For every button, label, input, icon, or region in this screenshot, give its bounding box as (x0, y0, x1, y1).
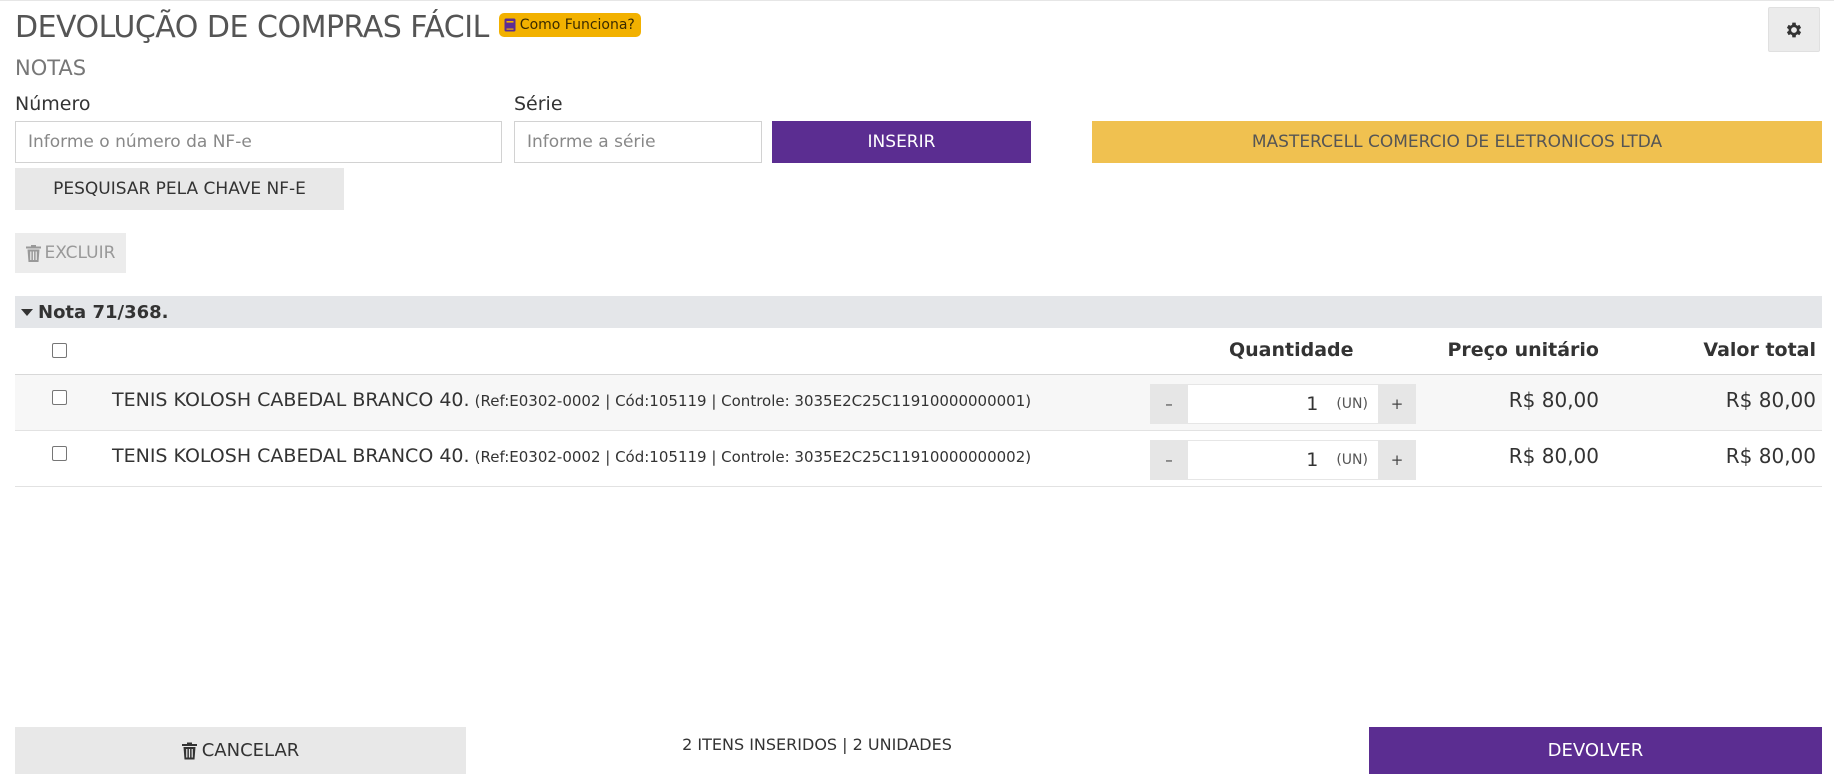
column-unit-price: Preço unitário (1447, 339, 1599, 361)
how-it-works-badge[interactable]: Como Funciona? (498, 13, 641, 37)
quantity-unit: (UN) (1336, 452, 1368, 468)
quantity-input[interactable]: 1 (UN) (1188, 440, 1378, 480)
supplier-company-button[interactable]: MASTERCELL COMERCIO DE ELETRONICOS LTDA (1092, 121, 1822, 163)
column-quantity: Quantidade (1229, 339, 1354, 361)
caret-down-icon (21, 308, 33, 316)
decrement-button[interactable]: – (1150, 384, 1188, 424)
quantity-value: 1 (1306, 449, 1319, 471)
table-row: TENIS KOLOSH CABEDAL BRANCO 40. (Ref:E03… (15, 375, 1822, 431)
note-group-label: Nota 71/368. (38, 301, 169, 323)
quantity-value: 1 (1306, 393, 1319, 415)
product-meta: (Ref:E0302-0002 | Cód:105119 | Controle:… (474, 448, 1032, 466)
cancel-label: CANCELAR (201, 740, 300, 761)
delete-label: EXCLUIR (44, 243, 116, 263)
series-input[interactable] (514, 121, 762, 163)
quantity-input[interactable]: 1 (UN) (1188, 384, 1378, 424)
items-summary: 2 ITENS INSERIDOS | 2 UNIDADES (682, 735, 952, 754)
how-it-works-label: Como Funciona? (519, 17, 635, 33)
product-description: TENIS KOLOSH CABEDAL BRANCO 40. (Ref:E03… (112, 389, 1031, 411)
delete-button[interactable]: EXCLUIR (15, 233, 126, 273)
notes-section-label: NOTAS (15, 56, 87, 80)
row-checkbox[interactable] (52, 390, 67, 405)
table-header: Quantidade Preço unitário Valor total (15, 333, 1822, 375)
series-label: Série (514, 93, 563, 115)
product-name: TENIS KOLOSH CABEDAL BRANCO 40. (112, 389, 470, 411)
top-divider (0, 0, 1834, 1)
quantity-unit: (UN) (1336, 396, 1368, 412)
row-checkbox[interactable] (52, 446, 67, 461)
note-group-header[interactable]: Nota 71/368. (15, 296, 1822, 328)
trash-icon (181, 742, 197, 759)
number-label: Número (15, 93, 91, 115)
decrement-button[interactable]: – (1150, 440, 1188, 480)
product-meta: (Ref:E0302-0002 | Cód:105119 | Controle:… (474, 392, 1032, 410)
page-title: DEVOLUÇÃO DE COMPRAS FÁCIL (15, 9, 489, 45)
cancel-button[interactable]: CANCELAR (15, 727, 466, 774)
product-description: TENIS KOLOSH CABEDAL BRANCO 40. (Ref:E03… (112, 445, 1031, 467)
search-by-key-button[interactable]: PESQUISAR PELA CHAVE NF-E (15, 168, 344, 210)
trash-icon (25, 244, 41, 262)
unit-price: R$ 80,00 (1508, 388, 1599, 412)
insert-button[interactable]: INSERIR (772, 121, 1031, 163)
total-price: R$ 80,00 (1725, 444, 1816, 468)
quantity-stepper: – 1 (UN) + (1150, 440, 1416, 480)
column-total: Valor total (1703, 339, 1816, 361)
nfe-number-input[interactable] (15, 121, 502, 163)
gear-icon (1786, 22, 1802, 37)
unit-price: R$ 80,00 (1508, 444, 1599, 468)
table-row: TENIS KOLOSH CABEDAL BRANCO 40. (Ref:E03… (15, 431, 1822, 487)
settings-button[interactable] (1768, 7, 1820, 52)
total-price: R$ 80,00 (1725, 388, 1816, 412)
increment-button[interactable]: + (1378, 440, 1416, 480)
book-icon (504, 18, 516, 32)
quantity-stepper: – 1 (UN) + (1150, 384, 1416, 424)
increment-button[interactable]: + (1378, 384, 1416, 424)
return-button[interactable]: DEVOLVER (1369, 727, 1822, 774)
select-all-checkbox[interactable] (52, 343, 67, 358)
title-row: DEVOLUÇÃO DE COMPRAS FÁCIL Como Funciona… (15, 8, 641, 46)
product-name: TENIS KOLOSH CABEDAL BRANCO 40. (112, 445, 470, 467)
